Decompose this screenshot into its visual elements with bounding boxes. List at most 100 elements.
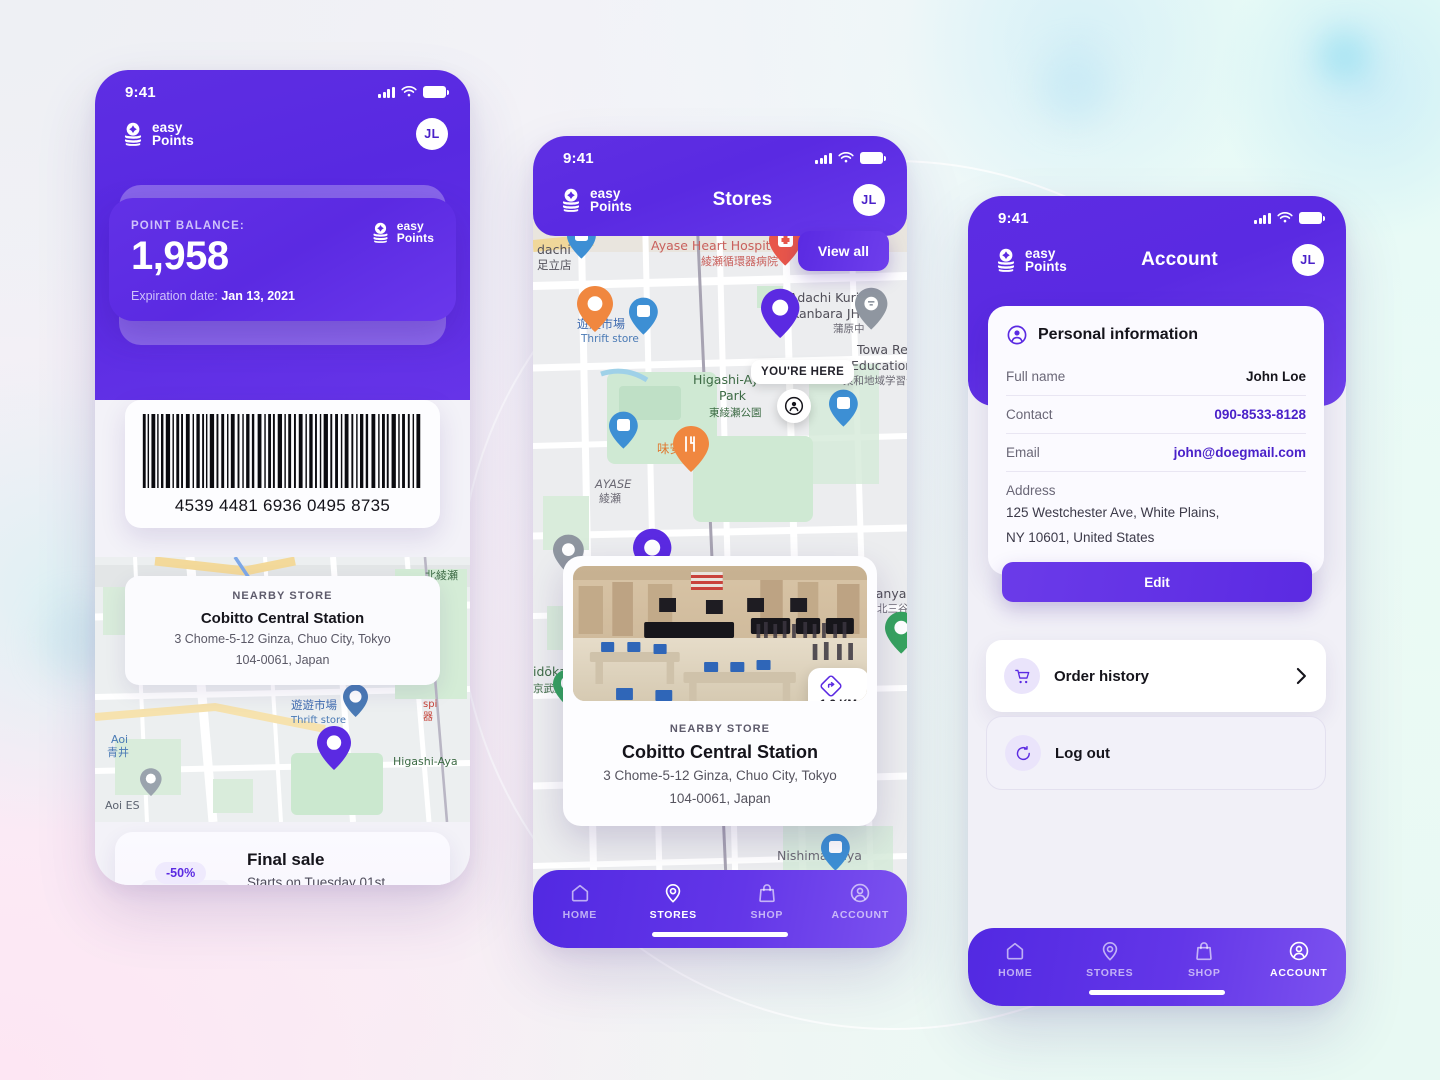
- store-detail-card[interactable]: 1.2 KM NEARBY STORE Cobitto Central Stat…: [563, 556, 877, 827]
- wifi-icon: [1277, 212, 1293, 223]
- page-title: Account: [1141, 249, 1218, 270]
- promo-title: Final sale: [247, 850, 325, 869]
- nav-item-account[interactable]: ACCOUNT: [814, 882, 908, 921]
- status-bar: 9:41: [95, 70, 470, 114]
- phone-home-screen: 9:41 easy Points JL POINT BALANCE: 1,958…: [95, 70, 470, 885]
- nearby-store-label: NEARBY STORE: [232, 590, 333, 602]
- bottom-navigation-bar: HOME STORES SHOP ACCOUNT: [533, 870, 907, 948]
- nav-label-stores: STORES: [1086, 967, 1134, 979]
- info-row-contact: Contact 090-8533-8128: [1006, 396, 1306, 434]
- edit-button[interactable]: Edit: [1002, 562, 1312, 602]
- status-indicators: [1254, 212, 1325, 224]
- shopping-bag-icon: [758, 884, 775, 903]
- page-title: Stores: [712, 189, 773, 210]
- promo-subtitle-line-1: Starts on Tuesday 01st: [247, 875, 386, 885]
- map-pin-icon: [1102, 942, 1117, 961]
- battery-full-icon: [1299, 212, 1325, 224]
- svg-text:spi: spi: [423, 699, 437, 710]
- current-location-marker: [777, 389, 811, 423]
- stacked-coins-icon: [997, 248, 1015, 272]
- svg-text:dachi: dachi: [537, 242, 571, 257]
- avatar[interactable]: JL: [853, 184, 885, 216]
- svg-text:Thrift store: Thrift store: [290, 715, 346, 726]
- nav-item-home[interactable]: HOME: [968, 940, 1063, 979]
- info-value-contact[interactable]: 090-8533-8128: [1214, 407, 1306, 422]
- account-circle-icon: [1289, 941, 1309, 961]
- battery-full-icon: [860, 152, 886, 164]
- brand-line-1: easy: [152, 119, 183, 135]
- avatar[interactable]: JL: [1292, 244, 1324, 276]
- svg-text:綾瀬: 綾瀬: [599, 491, 621, 505]
- stacked-coins-icon: [562, 188, 580, 212]
- stores-app-header: easy Points Stores JL: [533, 180, 907, 236]
- info-value-email[interactable]: john@doegmail.com: [1174, 445, 1306, 460]
- nav-label-account: ACCOUNT: [831, 909, 889, 921]
- store-card-label: NEARBY STORE: [669, 723, 771, 735]
- info-row-full-name: Full name John Loe: [1006, 358, 1306, 396]
- expiration-label: Expiration date:: [131, 289, 218, 303]
- nav-item-stores[interactable]: STORES: [627, 882, 721, 921]
- you-are-here-tooltip: YOU'RE HERE: [751, 360, 855, 384]
- nearby-store-card[interactable]: NEARBY STORE Cobitto Central Station 3 C…: [125, 576, 440, 686]
- account-screen: 9:41 easy Points Account JL Personal inf…: [968, 196, 1346, 1006]
- account-circle-icon: [850, 883, 870, 903]
- distance-badge: 1.2 KM: [807, 668, 867, 701]
- store-card-name: Cobitto Central Station: [622, 742, 818, 762]
- menu-label-log-out: Log out: [1055, 744, 1110, 762]
- svg-text:Aoi: Aoi: [111, 733, 128, 746]
- status-indicators: [815, 152, 886, 164]
- svg-text:足立店: 足立店: [537, 258, 572, 272]
- home-screen: 9:41 easy Points JL POINT BALANCE: 1,958…: [95, 70, 470, 885]
- map-pin-icon: [666, 884, 681, 903]
- svg-text:Ayase Heart Hospital: Ayase Heart Hospital: [651, 238, 782, 253]
- nav-label-shop: SHOP: [750, 909, 784, 921]
- phone-account-screen: 9:41 easy Points Account JL Personal inf…: [968, 196, 1346, 1006]
- svg-text:器: 器: [423, 711, 433, 723]
- nav-item-shop[interactable]: SHOP: [720, 882, 814, 921]
- stores-screen: dachi 足立店 Ayase Heart Hospital 綾瀬循環器病院 遊…: [533, 136, 907, 948]
- svg-text:遊遊市場: 遊遊市場: [291, 698, 337, 712]
- status-bar: 9:41: [968, 196, 1346, 240]
- promo-body: Final sale Starts on Tuesday 01st at 10 …: [247, 848, 432, 885]
- menu-item-order-history[interactable]: Order history: [986, 640, 1326, 712]
- avatar[interactable]: JL: [416, 118, 448, 150]
- info-key-full-name: Full name: [1006, 369, 1066, 384]
- barcode-image: [142, 414, 421, 488]
- bottom-navigation-bar: HOME STORES SHOP ACCOUNT: [968, 928, 1346, 1006]
- menu-item-log-out[interactable]: Log out: [986, 716, 1326, 790]
- nearby-store-address-line-1: 3 Chome-5-12 Ginza, Chuo City, Tokyo: [174, 632, 391, 646]
- home-app-header: easy Points JL: [95, 114, 470, 170]
- cellular-bars-icon: [1254, 212, 1271, 224]
- directions-icon: [820, 675, 842, 697]
- battery-full-icon: [423, 86, 449, 98]
- brand-wordmark: easy Points: [152, 119, 194, 148]
- info-value-address-line-1: 125 Westchester Ave, White Plains,: [1006, 505, 1220, 520]
- brand-line-1: easy: [590, 185, 621, 201]
- svg-text:Aoi ES: Aoi ES: [105, 799, 140, 812]
- point-balance-value: 1,958: [131, 234, 229, 278]
- wifi-icon: [401, 86, 417, 97]
- stacked-coins-icon: [124, 122, 142, 146]
- promo-card[interactable]: -50% UNION CLOTHING Final sale Starts on…: [115, 832, 450, 885]
- info-value-full-name: John Loe: [1246, 369, 1306, 384]
- nav-item-shop[interactable]: SHOP: [1157, 940, 1252, 979]
- brand-line-2: Points: [1025, 259, 1067, 274]
- nav-item-account[interactable]: ACCOUNT: [1252, 940, 1347, 979]
- info-key-email: Email: [1006, 445, 1040, 460]
- nav-label-home: HOME: [562, 909, 597, 921]
- info-value-address-line-2: NY 10601, United States: [1006, 530, 1155, 546]
- nav-item-home[interactable]: HOME: [533, 882, 627, 921]
- nav-item-stores[interactable]: STORES: [1063, 940, 1158, 979]
- barcode-card[interactable]: 4539 4481 6936 0495 8735: [125, 400, 440, 528]
- brand-logo: easy Points: [559, 185, 632, 214]
- personal-information-title: Personal information: [1038, 326, 1199, 343]
- card-brand-wordmark: easy Points: [397, 220, 434, 244]
- info-key-contact: Contact: [1006, 407, 1053, 422]
- point-balance-label: POINT BALANCE:: [131, 220, 245, 232]
- svg-text:Park: Park: [719, 388, 747, 403]
- view-all-button[interactable]: View all: [797, 231, 889, 271]
- expiration-date: Jan 13, 2021: [221, 289, 296, 303]
- shopping-cart-icon: [1004, 658, 1040, 694]
- promo-brand-area: -50% UNION CLOTHING: [133, 848, 233, 885]
- brand-logo: easy Points: [121, 119, 194, 148]
